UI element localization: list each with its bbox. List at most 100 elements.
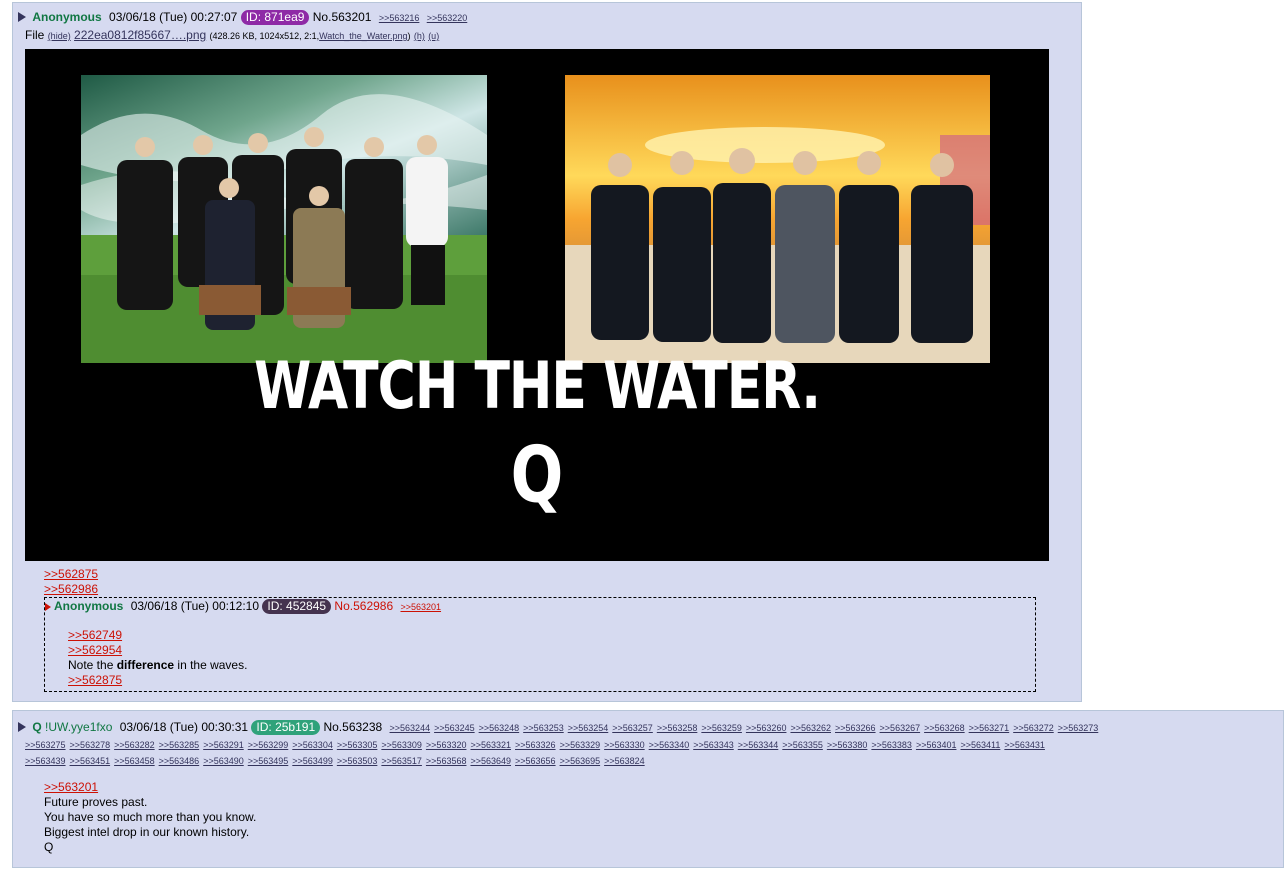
backlink[interactable]: >>563271 <box>969 723 1010 733</box>
backlink[interactable]: >>563431 <box>1004 740 1045 750</box>
backlink[interactable]: >>563355 <box>782 740 823 750</box>
backlink[interactable]: >>563383 <box>871 740 912 750</box>
backlink[interactable]: >>563309 <box>381 740 422 750</box>
backlink[interactable]: >>563260 <box>746 723 787 733</box>
backlink[interactable]: >>563268 <box>924 723 965 733</box>
backlink[interactable]: >>563380 <box>827 740 868 750</box>
poster-name: Anonymous <box>54 599 124 613</box>
backlink[interactable]: >>563254 <box>568 723 609 733</box>
backlink[interactable]: >>563568 <box>426 756 467 766</box>
post-image[interactable]: WATCH THE WATER. Q <box>25 49 1049 561</box>
hide-file-link[interactable]: (hide) <box>48 31 71 41</box>
backlink[interactable]: >>563656 <box>515 756 556 766</box>
file-link[interactable]: 222ea0812f85667….png <box>74 28 206 42</box>
backlink[interactable]: >>563329 <box>560 740 601 750</box>
backlink[interactable]: >>563248 <box>479 723 520 733</box>
quote-link[interactable]: >>562875 <box>44 567 98 582</box>
backlink[interactable]: >>563258 <box>657 723 698 733</box>
post-text-line: Q <box>44 840 54 854</box>
backlink[interactable]: >>563411 <box>960 740 1000 750</box>
post-number[interactable]: No.563238 <box>323 720 382 734</box>
backlink[interactable]: >>563340 <box>649 740 690 750</box>
backlink[interactable]: >>563490 <box>203 756 244 766</box>
post-text-line: Biggest intel drop in our known history. <box>44 825 250 839</box>
image-caption-line2: Q <box>510 429 564 521</box>
backlink[interactable]: >>563344 <box>738 740 779 750</box>
backlink[interactable]: >>563451 <box>70 756 111 766</box>
backlink[interactable]: >>563267 <box>880 723 921 733</box>
backlink[interactable]: >>563439 <box>25 756 66 766</box>
post-body: >>563201 Future proves past. You have so… <box>44 780 256 855</box>
quote-link[interactable]: >>562875 <box>68 673 247 688</box>
post-datetime: 03/06/18 (Tue) 00:30:31 <box>119 720 249 734</box>
backlinks-row: >>563244 >>563245 >>563248 >>563253 >>563254… <box>386 720 1099 734</box>
backlink[interactable]: >>563220 <box>427 13 468 23</box>
inline-reply-header: Anonymous 03/06/18 (Tue) 00:12:10 ID: 45… <box>45 598 441 615</box>
poster-id-badge[interactable]: ID: 25b191 <box>251 720 321 735</box>
right-photo <box>565 75 990 363</box>
backlink[interactable]: >>563285 <box>159 740 200 750</box>
quote-link[interactable]: >>562954 <box>68 643 247 658</box>
backlink[interactable]: >>563499 <box>292 756 333 766</box>
backlink[interactable]: >>563326 <box>515 740 556 750</box>
post-text-line: You have so much more than you know. <box>44 810 257 824</box>
backlink[interactable]: >>563343 <box>693 740 734 750</box>
post-quotes: >>562875 >>562986 <box>44 567 98 597</box>
post-menu-arrow-icon[interactable] <box>18 722 26 732</box>
backlink[interactable]: >>563244 <box>390 723 431 733</box>
backlink[interactable]: >>563282 <box>114 740 155 750</box>
backlink[interactable]: >>563299 <box>248 740 289 750</box>
post-datetime: 03/06/18 (Tue) 00:27:07 <box>109 10 238 24</box>
backlink[interactable]: >>563695 <box>560 756 601 766</box>
file-u-link[interactable]: (u) <box>428 31 439 41</box>
backlink[interactable]: >>563275 <box>25 740 66 750</box>
backlink[interactable]: >>563304 <box>292 740 333 750</box>
backlink[interactable]: >>563273 <box>1058 723 1099 733</box>
backlink[interactable]: >>563824 <box>604 756 645 766</box>
quote-link[interactable]: >>563201 <box>44 780 256 795</box>
tripcode: !UW.yye1fxo <box>45 720 113 734</box>
poster-name: Anonymous <box>32 10 102 24</box>
post-text-line: Future proves past. <box>44 795 148 809</box>
backlink[interactable]: >>563291 <box>203 740 244 750</box>
backlink[interactable]: >>563216 <box>379 13 420 23</box>
backlink[interactable]: >>563257 <box>612 723 653 733</box>
file-h-link[interactable]: (h) <box>414 31 425 41</box>
backlinks-row: >>563439 >>563451 >>563458 >>563486 >>563490… <box>25 752 645 769</box>
file-label: File <box>25 28 45 42</box>
poster-id-badge[interactable]: ID: 452845 <box>262 599 332 614</box>
backlink[interactable]: >>563305 <box>337 740 378 750</box>
post-header: Q !UW.yye1fxo 03/06/18 (Tue) 00:30:31 ID… <box>18 719 1098 736</box>
file-meta-close: ) <box>407 31 411 41</box>
backlink[interactable]: >>563245 <box>434 723 475 733</box>
backlink[interactable]: >>563401 <box>916 740 957 750</box>
post-563238: Q !UW.yye1fxo 03/06/18 (Tue) 00:30:31 ID… <box>12 710 1284 868</box>
backlink[interactable]: >>563272 <box>1013 723 1054 733</box>
poster-name: Q <box>32 720 42 734</box>
post-number[interactable]: No.563201 <box>313 10 372 24</box>
backlink[interactable]: >>563320 <box>426 740 467 750</box>
backlink[interactable]: >>563266 <box>835 723 876 733</box>
backlink[interactable]: >>563201 <box>400 602 441 612</box>
post-menu-arrow-icon[interactable] <box>45 603 51 611</box>
backlink[interactable]: >>563495 <box>248 756 289 766</box>
backlink[interactable]: >>563517 <box>381 756 422 766</box>
quote-link[interactable]: >>562986 <box>44 582 98 597</box>
backlink[interactable]: >>563330 <box>604 740 645 750</box>
post-menu-arrow-icon[interactable] <box>18 12 26 22</box>
backlink[interactable]: >>563278 <box>70 740 111 750</box>
file-meta: (428.26 KB, 1024x512, 2:1, <box>209 31 320 41</box>
post-number[interactable]: No.562986 <box>334 599 393 613</box>
file-original-name[interactable]: Watch_the_Water.png <box>319 31 407 41</box>
backlink[interactable]: >>563259 <box>701 723 742 733</box>
backlink[interactable]: >>563486 <box>159 756 200 766</box>
quote-link[interactable]: >>562749 <box>68 628 247 643</box>
poster-id-badge[interactable]: ID: 871ea9 <box>240 10 310 25</box>
backlink[interactable]: >>563503 <box>337 756 378 766</box>
backlink[interactable]: >>563253 <box>523 723 564 733</box>
image-caption-line1: WATCH THE WATER. <box>253 349 821 424</box>
backlink[interactable]: >>563321 <box>470 740 511 750</box>
backlink[interactable]: >>563262 <box>790 723 831 733</box>
backlink[interactable]: >>563458 <box>114 756 155 766</box>
backlink[interactable]: >>563649 <box>470 756 511 766</box>
